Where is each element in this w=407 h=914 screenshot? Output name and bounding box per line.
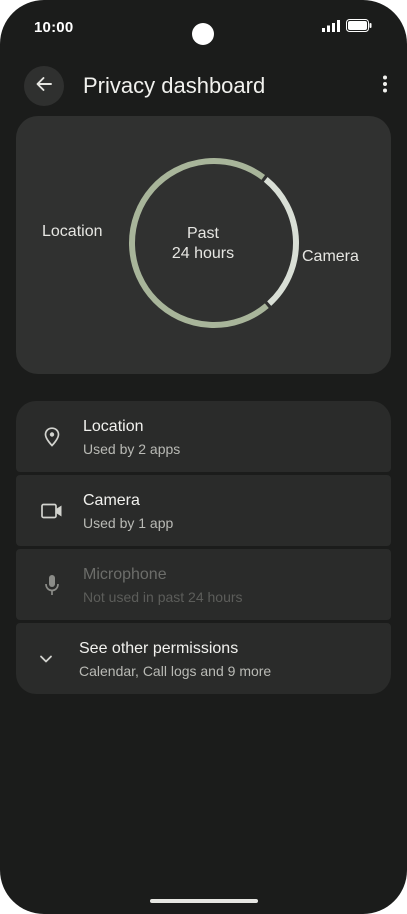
permission-title: Microphone	[83, 566, 167, 583]
more-vert-icon	[383, 75, 387, 98]
status-time: 10:00	[34, 19, 74, 36]
permission-subtitle: Used by 1 app	[83, 515, 174, 531]
signal-icon	[322, 19, 340, 37]
home-indicator[interactable]	[150, 899, 258, 903]
permission-title: See other permissions	[79, 640, 239, 657]
see-other-permissions-row[interactable]: See other permissions Calendar, Call log…	[16, 623, 391, 694]
battery-icon	[346, 19, 373, 37]
chart-center-line2: 24 hours	[171, 245, 235, 262]
status-icons	[322, 19, 373, 37]
more-options-button[interactable]	[379, 74, 391, 98]
donut-segment-camera	[263, 177, 299, 306]
phone-screen: 10:00 Privacy dashboard Past 24 hours Lo…	[0, 0, 407, 914]
permission-title: Location	[83, 418, 144, 435]
permission-row-location[interactable]: Location Used by 2 apps	[16, 401, 391, 472]
chevron-down-icon	[34, 647, 58, 671]
chart-label-location: Location	[42, 223, 103, 240]
back-button[interactable]	[24, 66, 64, 106]
arrow-left-icon	[35, 75, 53, 98]
app-bar: Privacy dashboard	[0, 64, 407, 108]
microphone-icon	[40, 573, 64, 597]
permission-title: Camera	[83, 492, 140, 509]
chart-center-label: Past 24 hours	[153, 224, 253, 264]
chart-center-line1: Past	[186, 225, 219, 242]
permission-row-camera[interactable]: Camera Used by 1 app	[16, 475, 391, 546]
permissions-list: Location Used by 2 apps Camera Used by 1…	[16, 401, 391, 697]
permission-subtitle: Not used in past 24 hours	[83, 589, 243, 605]
permission-subtitle: Calendar, Call logs and 9 more	[79, 663, 272, 679]
videocam-icon	[40, 499, 64, 523]
permission-subtitle: Used by 2 apps	[83, 441, 181, 457]
page-title: Privacy dashboard	[83, 73, 266, 98]
permission-row-microphone[interactable]: Microphone Not used in past 24 hours	[16, 549, 391, 620]
location-pin-icon	[40, 425, 64, 449]
front-camera	[192, 23, 214, 45]
status-bar: 10:00	[0, 0, 407, 56]
chart-label-camera: Camera	[302, 248, 359, 265]
privacy-usage-chart-card: Past 24 hours Location Camera	[16, 116, 391, 374]
